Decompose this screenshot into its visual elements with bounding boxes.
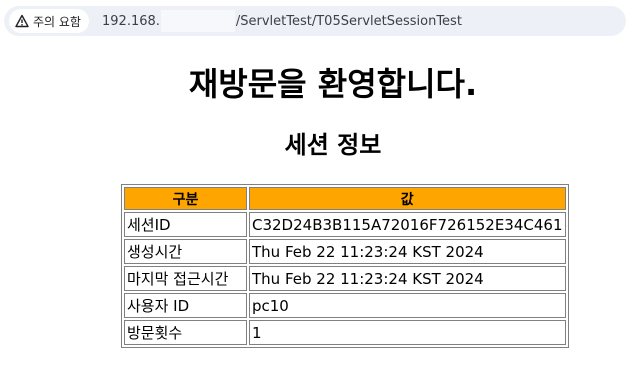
- row-key: 방문횟수: [124, 320, 247, 345]
- page-title: 재방문을 환영합니다.: [188, 65, 478, 103]
- url-host: 192.168.: [102, 13, 160, 29]
- table-header-row: 구분 값: [124, 187, 566, 210]
- table-row: 방문횟수 1: [124, 320, 566, 345]
- redacted-region: [160, 10, 235, 32]
- column-header-category: 구분: [124, 187, 247, 210]
- row-value: C32D24B3B115A72016F726152E34C461: [249, 212, 566, 237]
- warning-triangle-icon: [15, 14, 29, 28]
- column-header-value: 값: [249, 187, 566, 210]
- row-value: pc10: [249, 293, 566, 318]
- row-value: 1: [249, 320, 566, 345]
- security-chip-label: 주의 요함: [33, 14, 81, 29]
- url-path: /ServletTest/T05ServletSessionTest: [235, 13, 462, 29]
- table-row: 세션ID C32D24B3B115A72016F726152E34C461: [124, 212, 566, 237]
- row-key: 생성시간: [124, 239, 247, 264]
- table-row: 마지막 접근시간 Thu Feb 22 11:23:24 KST 2024: [124, 266, 566, 291]
- omnibox[interactable]: 주의 요함 192.168. /ServletTest/T05ServletSe…: [4, 6, 626, 36]
- row-key: 사용자 ID: [124, 293, 247, 318]
- url-text[interactable]: 192.168. /ServletTest/T05ServletSessionT…: [102, 6, 462, 36]
- table-row: 생성시간 Thu Feb 22 11:23:24 KST 2024: [124, 239, 566, 264]
- security-warning-chip[interactable]: 주의 요함: [9, 9, 89, 33]
- row-key: 마지막 접근시간: [124, 266, 247, 291]
- section-title: 세션 정보: [284, 131, 382, 159]
- table-row: 사용자 ID pc10: [124, 293, 566, 318]
- row-value: Thu Feb 22 11:23:24 KST 2024: [249, 266, 566, 291]
- row-value: Thu Feb 22 11:23:24 KST 2024: [249, 239, 566, 264]
- row-key: 세션ID: [124, 212, 247, 237]
- session-info-table: 구분 값 세션ID C32D24B3B115A72016F726152E34C4…: [121, 184, 569, 348]
- page-content: 재방문을 환영합니다. 세션 정보 구분 값 세션ID C32D24B3B115…: [0, 42, 626, 379]
- browser-address-bar: 주의 요함 192.168. /ServletTest/T05ServletSe…: [0, 0, 626, 42]
